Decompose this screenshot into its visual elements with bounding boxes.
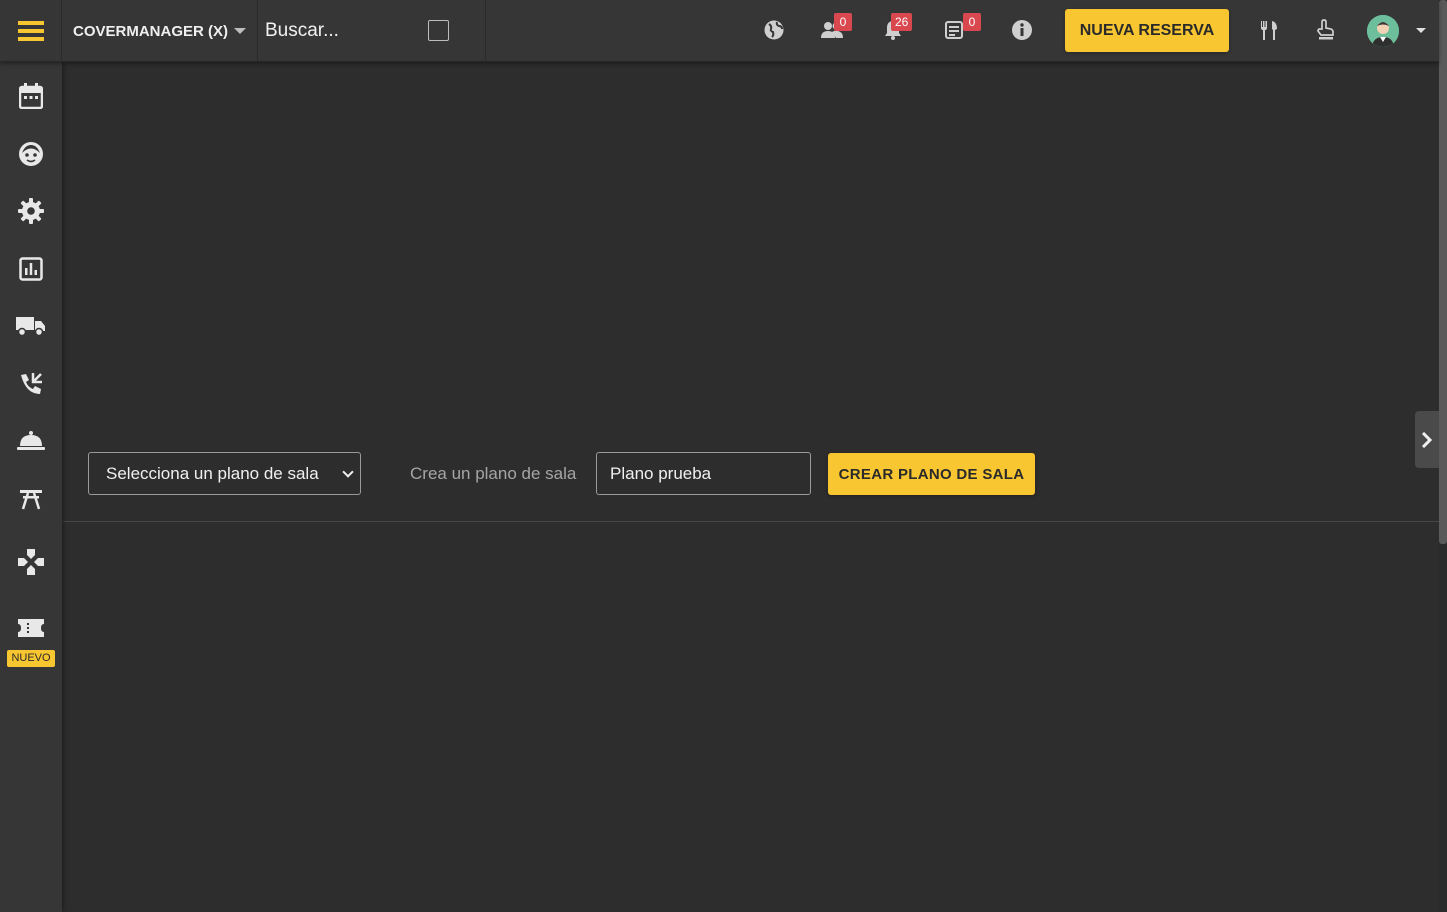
info-icon xyxy=(1012,20,1032,40)
sidebar-item-calls[interactable] xyxy=(0,358,62,410)
scrollbar-thumb[interactable] xyxy=(1439,0,1447,544)
user-avatar-icon xyxy=(1367,15,1399,47)
chevron-down-icon xyxy=(234,28,247,34)
touch-mode-button[interactable] xyxy=(1309,14,1341,46)
face-icon xyxy=(19,142,43,166)
globe-button[interactable] xyxy=(758,14,790,46)
top-bar: COVERMANAGER (X) 0 26 xyxy=(0,0,1439,62)
scrollbar[interactable] xyxy=(1439,0,1447,912)
panel-toggle-button[interactable] xyxy=(1415,411,1439,468)
sidebar-item-tickets[interactable] xyxy=(0,602,62,654)
truck-icon xyxy=(16,317,45,337)
sidebar-item-delivery[interactable] xyxy=(0,300,62,352)
messages-badge: 0 xyxy=(963,13,981,31)
clients-badge: 0 xyxy=(834,13,852,31)
sidebar-item-calendar[interactable] xyxy=(0,70,62,122)
calendar-icon xyxy=(19,83,43,109)
info-button[interactable] xyxy=(1006,14,1038,46)
user-menu-chevron-icon[interactable] xyxy=(1416,28,1426,33)
create-plan-button[interactable]: CREAR PLANO DE SALA xyxy=(828,453,1035,495)
hamburger-icon xyxy=(17,21,44,41)
torii-icon xyxy=(20,490,42,510)
bar-chart-icon xyxy=(19,257,43,281)
search-input[interactable] xyxy=(259,0,419,62)
sidebar-item-settings[interactable] xyxy=(0,185,62,237)
floor-plan-toolbar: Selecciona un plano de sala Crea un plan… xyxy=(63,452,1439,522)
new-reservation-button[interactable]: NUEVA RESERVA xyxy=(1065,9,1229,52)
cutlery-icon xyxy=(1261,21,1277,40)
restaurant-name: COVERMANAGER (X) xyxy=(73,22,229,40)
avatar[interactable] xyxy=(1367,15,1399,47)
phone-icon xyxy=(21,373,42,394)
clients-button[interactable]: 0 xyxy=(816,13,852,46)
sidebar-item-service[interactable] xyxy=(0,415,62,467)
menu-button[interactable] xyxy=(0,0,62,62)
globe-icon xyxy=(764,20,784,40)
hand-pointer-icon xyxy=(1317,19,1334,40)
notifications-badge: 26 xyxy=(891,13,913,31)
plan-name-input[interactable] xyxy=(596,452,811,495)
ticket-icon xyxy=(18,619,44,637)
restaurant-selector[interactable]: COVERMANAGER (X) xyxy=(63,0,258,62)
gamepad-icon xyxy=(18,549,44,575)
main-content: Selecciona un plano de sala Crea un plan… xyxy=(63,62,1439,912)
create-plan-label: Crea un plano de sala xyxy=(410,464,577,483)
notifications-button[interactable]: 26 xyxy=(877,13,913,46)
sidebar: NUEVO xyxy=(0,62,62,912)
search-area xyxy=(259,0,486,62)
floor-plan-select-value: Selecciona un plano de sala xyxy=(106,464,319,483)
sidebar-item-reports[interactable] xyxy=(0,243,62,295)
cloche-icon xyxy=(17,431,45,450)
sidebar-item-clients[interactable] xyxy=(0,128,62,180)
chevron-down-icon xyxy=(342,466,354,478)
chevron-right-icon xyxy=(1421,431,1433,448)
sidebar-item-games[interactable] xyxy=(0,536,62,588)
sidebar-item-venue[interactable] xyxy=(0,473,62,525)
gear-icon xyxy=(18,198,44,224)
floor-plan-select[interactable]: Selecciona un plano de sala xyxy=(88,452,361,495)
new-feature-badge: NUEVO xyxy=(7,650,55,667)
restaurant-button[interactable] xyxy=(1253,14,1285,46)
messages-button[interactable]: 0 xyxy=(939,13,981,46)
search-checkbox[interactable] xyxy=(428,20,449,41)
